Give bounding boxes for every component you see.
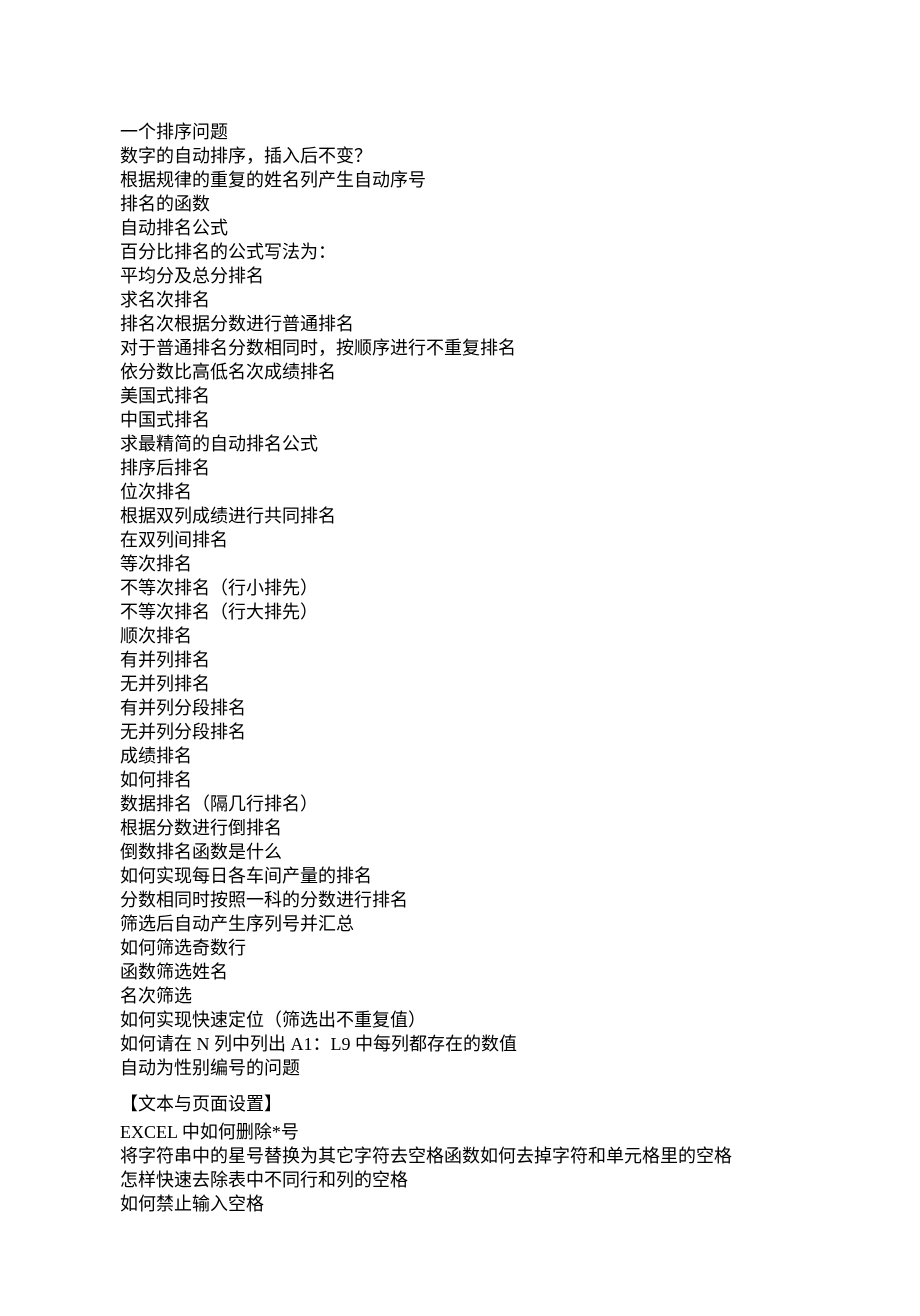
text-line: 对于普通排名分数相同时，按顺序进行不重复排名 <box>120 336 800 360</box>
text-line: 怎样快速去除表中不同行和列的空格 <box>120 1168 800 1192</box>
text-line: 成绩排名 <box>120 744 800 768</box>
text-line: 求最精简的自动排名公式 <box>120 432 800 456</box>
text-line: 有并列排名 <box>120 648 800 672</box>
text-line: 数字的自动排序，插入后不变？ <box>120 144 800 168</box>
text-line: 如何筛选奇数行 <box>120 936 800 960</box>
text-line: 如何实现每日各车间产量的排名 <box>120 864 800 888</box>
text-line: 有并列分段排名 <box>120 696 800 720</box>
text-line: 筛选后自动产生序列号并汇总 <box>120 912 800 936</box>
text-line: 自动为性别编号的问题 <box>120 1056 800 1080</box>
text-line: 在双列间排名 <box>120 528 800 552</box>
text-line: 中国式排名 <box>120 408 800 432</box>
text-line: 排名的函数 <box>120 192 800 216</box>
text-line: 等次排名 <box>120 552 800 576</box>
text-line: 如何排名 <box>120 768 800 792</box>
text-line: 名次筛选 <box>120 984 800 1008</box>
text-line: 如何实现快速定位（筛选出不重复值） <box>120 1008 800 1032</box>
text-line: 一个排序问题 <box>120 120 800 144</box>
text-line: 根据双列成绩进行共同排名 <box>120 504 800 528</box>
text-line: 根据分数进行倒排名 <box>120 816 800 840</box>
text-line: EXCEL 中如何删除*号 <box>120 1120 800 1144</box>
content-block-1: 一个排序问题 数字的自动排序，插入后不变？ 根据规律的重复的姓名列产生自动序号 … <box>120 120 800 1080</box>
text-line: 求名次排名 <box>120 288 800 312</box>
text-line: 不等次排名（行大排先） <box>120 600 800 624</box>
text-line: 数据排名（隔几行排名） <box>120 792 800 816</box>
text-line: 美国式排名 <box>120 384 800 408</box>
text-line: 位次排名 <box>120 480 800 504</box>
text-line: 如何请在 N 列中列出 A1：L9 中每列都存在的数值 <box>120 1032 800 1056</box>
section-heading: 【文本与页面设置】 <box>120 1092 800 1116</box>
text-line: 排序后排名 <box>120 456 800 480</box>
text-line: 不等次排名（行小排先） <box>120 576 800 600</box>
text-line: 根据规律的重复的姓名列产生自动序号 <box>120 168 800 192</box>
text-line: 自动排名公式 <box>120 216 800 240</box>
text-line: 依分数比高低名次成绩排名 <box>120 360 800 384</box>
text-line: 百分比排名的公式写法为： <box>120 240 800 264</box>
text-line: 倒数排名函数是什么 <box>120 840 800 864</box>
text-line: 排名次根据分数进行普通排名 <box>120 312 800 336</box>
text-line: 顺次排名 <box>120 624 800 648</box>
text-line: 函数筛选姓名 <box>120 960 800 984</box>
content-block-2: EXCEL 中如何删除*号 将字符串中的星号替换为其它字符去空格函数如何去掉字符… <box>120 1120 800 1216</box>
text-line: 分数相同时按照一科的分数进行排名 <box>120 888 800 912</box>
text-line: 将字符串中的星号替换为其它字符去空格函数如何去掉字符和单元格里的空格 <box>120 1144 800 1168</box>
text-line: 如何禁止输入空格 <box>120 1192 800 1216</box>
document-page: 一个排序问题 数字的自动排序，插入后不变？ 根据规律的重复的姓名列产生自动序号 … <box>0 0 920 1316</box>
text-line: 平均分及总分排名 <box>120 264 800 288</box>
text-line: 无并列排名 <box>120 672 800 696</box>
text-line: 无并列分段排名 <box>120 720 800 744</box>
